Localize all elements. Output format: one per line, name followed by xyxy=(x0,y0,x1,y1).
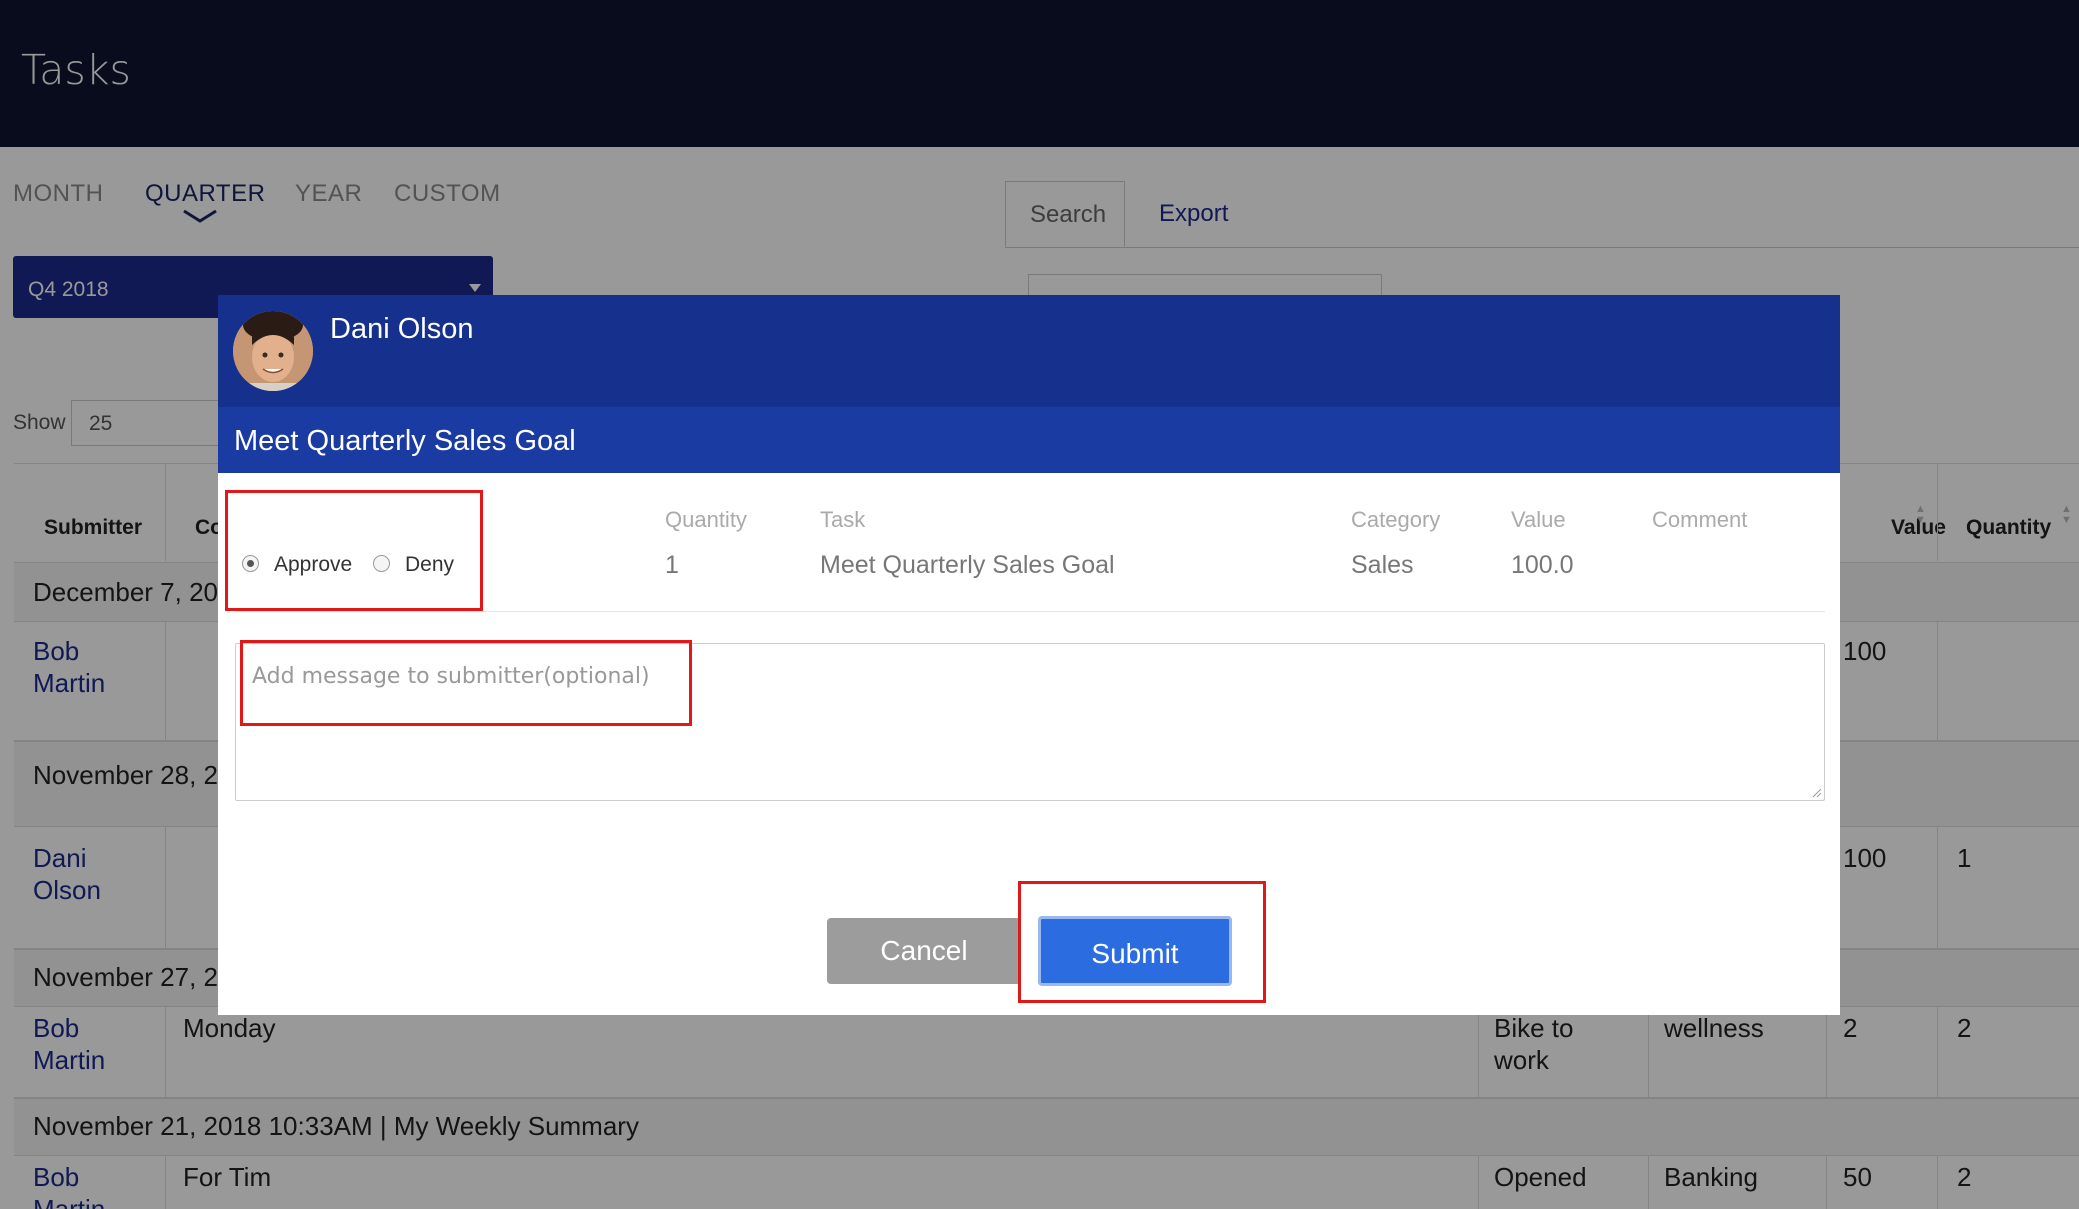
resize-grip-icon[interactable] xyxy=(1812,788,1822,798)
column-comment: Comment xyxy=(1652,507,1748,532)
value-value: 100.0 xyxy=(1511,551,1574,579)
highlight-box xyxy=(225,490,483,611)
highlight-box xyxy=(240,640,692,726)
divider xyxy=(235,611,1825,612)
column-quantity: Quantity xyxy=(665,507,747,532)
column-value: Value xyxy=(1511,507,1566,532)
modal-subheader: Meet Quarterly Sales Goal xyxy=(218,407,1840,473)
value-category: Sales xyxy=(1351,551,1414,579)
submitter-name: Dani Olson xyxy=(330,313,474,345)
column-category: Category xyxy=(1351,507,1441,532)
cancel-button[interactable]: Cancel xyxy=(827,918,1021,984)
value-task: Meet Quarterly Sales Goal xyxy=(820,551,1115,579)
column-task: Task xyxy=(820,507,866,532)
modal-task-title: Meet Quarterly Sales Goal xyxy=(234,425,576,457)
avatar xyxy=(233,311,313,391)
value-quantity: 1 xyxy=(665,551,679,579)
modal-header: Dani Olson xyxy=(218,295,1840,407)
approval-modal: Dani Olson Meet Quarterly Sales Goal App… xyxy=(218,295,1840,1015)
highlight-box xyxy=(1018,881,1266,1003)
